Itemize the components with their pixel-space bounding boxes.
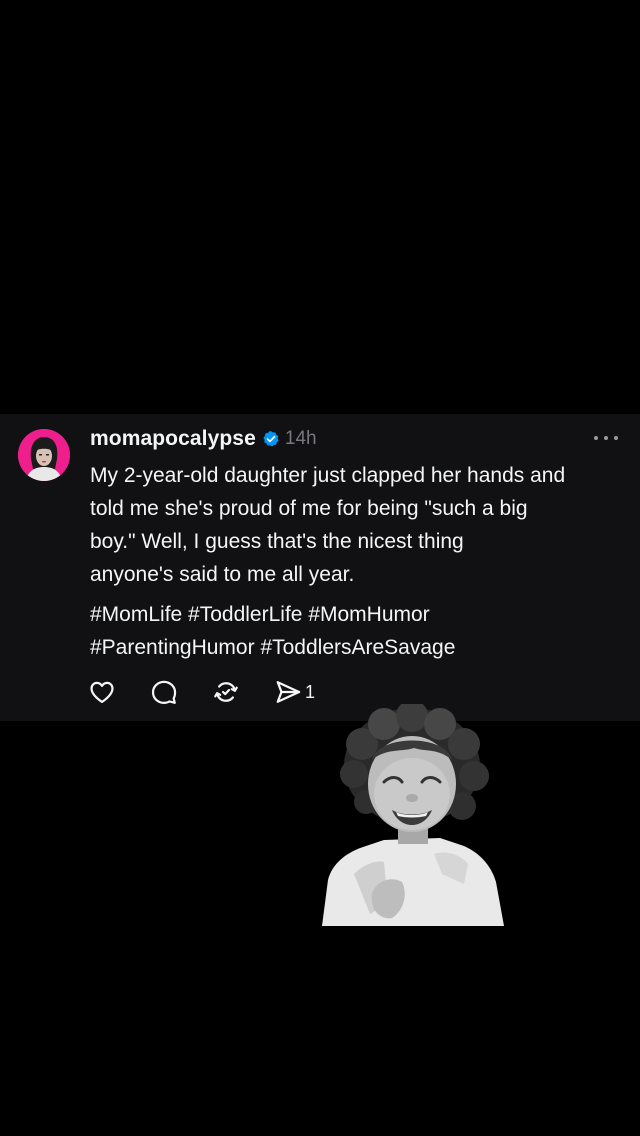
post-actions: 1 — [88, 676, 315, 708]
send-icon — [276, 681, 301, 703]
reply-button[interactable] — [150, 678, 178, 706]
heart-icon — [90, 681, 114, 704]
post-body-line: anyone's said to me all year. — [90, 563, 355, 586]
hashtag-line: #MomLife #ToddlerLife #MomHumor — [90, 598, 625, 631]
share-button[interactable]: 1 — [274, 678, 315, 706]
hashtag-link[interactable]: #ParentingHumor — [90, 636, 255, 659]
comment-bubble-icon — [151, 680, 177, 704]
avatar-image — [18, 429, 70, 481]
hashtag-line: #ParentingHumor #ToddlersAreSavage — [90, 631, 625, 664]
post-body-line: My 2-year-old daughter just clapped her … — [90, 464, 566, 487]
post-card: momapocalypse 14h My 2-year-old daughter… — [0, 414, 640, 721]
verified-badge-icon — [262, 430, 280, 448]
hashtag-link[interactable]: #ToddlerLife — [188, 603, 302, 626]
repost-icon — [214, 682, 238, 702]
laughing-toddler-sticker — [314, 700, 510, 930]
post-timestamp: 14h — [284, 428, 317, 449]
username[interactable]: momapocalypse — [90, 427, 256, 451]
post-hashtags: #MomLife #ToddlerLife #MomHumor #Parenti… — [90, 598, 625, 664]
screen: momapocalypse 14h My 2-year-old daughter… — [0, 0, 640, 1136]
more-options-icon[interactable] — [594, 428, 618, 448]
post-body-line: boy." Well, I guess that's the nicest th… — [90, 530, 464, 553]
post-body: My 2-year-old daughter just clapped her … — [90, 459, 625, 591]
avatar[interactable] — [18, 429, 70, 481]
repost-button[interactable] — [212, 678, 240, 706]
like-button[interactable] — [88, 678, 116, 706]
share-count: 1 — [305, 681, 316, 702]
hashtag-link[interactable]: #ToddlersAreSavage — [260, 636, 455, 659]
hashtag-link[interactable]: #MomHumor — [308, 603, 429, 626]
post-body-line: told me she's proud of me for being "suc… — [90, 497, 528, 520]
hashtag-link[interactable]: #MomLife — [90, 603, 182, 626]
post-header: momapocalypse 14h — [90, 426, 317, 452]
